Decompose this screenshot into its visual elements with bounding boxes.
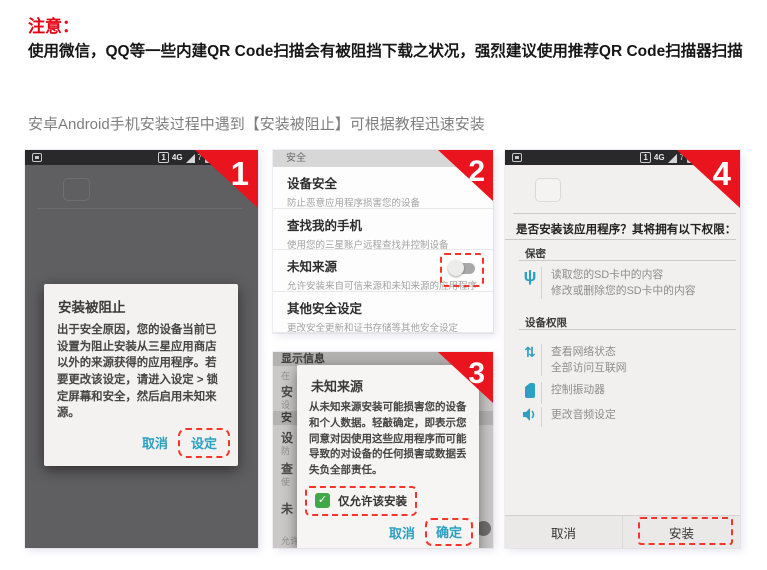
section-label-device-permissions: 设备权限 bbox=[525, 315, 567, 330]
install-prompt-title: 是否安装该应用程序？其将拥有以下权限： bbox=[516, 221, 738, 237]
sim-slot-icon: 1 bbox=[640, 152, 650, 163]
divider bbox=[37, 208, 242, 209]
permission-text: 控制振动器 bbox=[551, 383, 605, 399]
signal-strength-icon bbox=[186, 154, 195, 163]
annotation-box-ok: 确定 bbox=[425, 518, 473, 546]
settings-item-unknown-sources[interactable]: 未知来源 允许安装来自可信来源和未知来源的应用程序 bbox=[273, 250, 493, 292]
divider bbox=[541, 267, 542, 299]
item-subtitle: 更改安全更新和证书存储等其他安全设定 bbox=[287, 320, 479, 334]
app-icon-placeholder bbox=[535, 178, 561, 202]
dialog-body: 从未知来源安装可能损害您的设备和个人数据。轻敲确定，即表示您同意对因使用这些应用… bbox=[297, 400, 479, 479]
dimmed-text: 设 bbox=[281, 398, 290, 411]
sim-slot-icon: 1 bbox=[158, 152, 168, 163]
note-subtitle: 安卓Android手机安装过程中遇到【安装被阻止】可根据教程迅速安装 bbox=[28, 113, 744, 134]
dialog-title: 安装被阻止 bbox=[44, 284, 238, 322]
settings-item-device-security[interactable]: 设备安全 防止恶意应用程序损害您的设备 bbox=[273, 167, 493, 209]
divider bbox=[519, 329, 736, 330]
dimmed-text: 使 bbox=[281, 475, 290, 488]
step-number: 4 bbox=[713, 150, 731, 198]
note-title: 注意： bbox=[28, 12, 79, 37]
annotation-box-install bbox=[638, 517, 733, 545]
item-title: 其他安全设定 bbox=[287, 298, 479, 317]
divider bbox=[541, 407, 542, 427]
screenshot-notification-icon bbox=[512, 153, 522, 162]
step-badge: 4 bbox=[677, 150, 740, 208]
item-title: 查找我的手机 bbox=[287, 215, 479, 234]
note-body: 使用微信，QQ等一些内建QR Code扫描会有被阻挡下载之状况，强烈建议使用推荐… bbox=[28, 39, 744, 66]
network-state-icon: ⇅ bbox=[519, 344, 541, 360]
permission-text: 查看网络状态 bbox=[551, 345, 627, 361]
screenshot-notification-icon bbox=[32, 153, 42, 162]
checkbox-checked-icon[interactable]: ✓ bbox=[315, 493, 330, 508]
cancel-button[interactable]: 取消 bbox=[381, 518, 423, 547]
screenshot-step-2: 安全 设备安全 防止恶意应用程序损害您的设备 查找我的手机 使用您的三星账户远程… bbox=[273, 150, 493, 333]
dimmed-text: 在 bbox=[281, 369, 290, 382]
vibration-icon bbox=[519, 382, 541, 404]
permission-text: 更改音频设定 bbox=[551, 408, 616, 424]
screenshot-step-4: 1 4G 7 是否安装该应用程序？其将拥有以下权限： 保密 ψ 读取您的SD卡中… bbox=[505, 150, 740, 548]
screenshot-step-3: 显示信息 在 安 设 安 设 防 查 使 未 允许安装来自可信来源和未知来源的应… bbox=[273, 352, 493, 548]
permission-row-network: ⇅ 查看网络状态 全部访问互联网 bbox=[519, 344, 734, 376]
section-label-privacy: 保密 bbox=[525, 246, 546, 261]
annotation-box-checkbox: ✓ 仅允许该安装 bbox=[305, 486, 417, 516]
audio-icon bbox=[519, 407, 541, 427]
dimmed-text: 防 bbox=[281, 444, 290, 457]
unknown-sources-dialog: 未知来源 从未知来源安装可能损害您的设备和个人数据。轻敲确定，即表示您同意对因使… bbox=[297, 365, 479, 548]
settings-item-find-my-phone[interactable]: 查找我的手机 使用您的三星账户远程查找并控制设备 bbox=[273, 209, 493, 251]
network-type-indicator: 4G bbox=[654, 152, 665, 163]
checkbox-label: 仅允许该安装 bbox=[338, 493, 407, 509]
permission-row-storage: ψ 读取您的SD卡中的内容 修改或删除您的SD卡中的内容 bbox=[519, 267, 734, 299]
network-type-indicator: 4G bbox=[172, 152, 183, 163]
cancel-button[interactable]: 取消 bbox=[134, 428, 176, 457]
annotation-box-settings: 设定 bbox=[178, 428, 230, 458]
screenshot-step-1: 1 4G 7 安装被阻止 出于安全原因，您的设备当前已设置为阻止安装从三星应用商… bbox=[25, 150, 258, 548]
app-icon-placeholder bbox=[63, 178, 90, 201]
step-number: 1 bbox=[231, 150, 249, 198]
divider bbox=[513, 213, 736, 214]
permission-text: 全部访问互联网 bbox=[551, 361, 627, 377]
settings-item-other-security[interactable]: 其他安全设定 更改安全更新和证书存储等其他安全设定 bbox=[273, 292, 493, 334]
divider bbox=[519, 260, 736, 261]
divider bbox=[505, 239, 736, 240]
ok-button[interactable]: 确定 bbox=[435, 523, 463, 542]
divider bbox=[541, 382, 542, 404]
permission-text: 修改或删除您的SD卡中的内容 bbox=[551, 284, 696, 300]
permission-row-vibration: 控制振动器 bbox=[519, 382, 734, 404]
dialog-body: 出于安全原因，您的设备当前已设置为阻止安装从三星应用商店以外的来源获得的应用程序… bbox=[44, 322, 238, 422]
step-badge: 1 bbox=[195, 150, 258, 208]
permission-row-audio: 更改音频设定 bbox=[519, 407, 734, 427]
dimmed-text: 未 bbox=[281, 500, 293, 517]
item-title: 设备安全 bbox=[287, 173, 479, 192]
permission-text: 读取您的SD卡中的内容 bbox=[551, 268, 696, 284]
item-subtitle: 使用您的三星账户远程查找并控制设备 bbox=[287, 237, 479, 251]
tutorial-page: 注意： 使用微信，QQ等一些内建QR Code扫描会有被阻挡下载之状况，强烈建议… bbox=[0, 0, 767, 570]
signal-strength-icon bbox=[668, 154, 677, 163]
settings-button[interactable]: 设定 bbox=[190, 434, 218, 453]
cancel-button[interactable]: 取消 bbox=[505, 516, 622, 548]
divider bbox=[541, 344, 542, 376]
install-blocked-dialog: 安装被阻止 出于安全原因，您的设备当前已设置为阻止安装从三星应用商店以外的来源获… bbox=[44, 284, 238, 466]
usb-icon: ψ bbox=[519, 267, 541, 285]
item-subtitle: 防止恶意应用程序损害您的设备 bbox=[287, 195, 479, 209]
annotation-box-toggle bbox=[440, 253, 484, 287]
dialog-title: 未知来源 bbox=[297, 365, 479, 400]
